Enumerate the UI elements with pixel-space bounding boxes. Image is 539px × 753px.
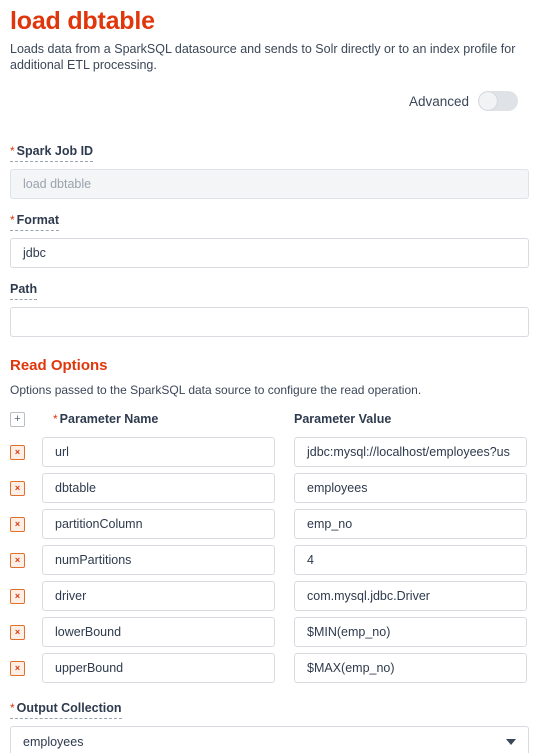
- remove-row-button[interactable]: ×: [10, 444, 25, 460]
- parameter-name-header: * Parameter Name: [53, 412, 159, 427]
- output-collection-value: employees: [23, 734, 84, 749]
- add-row-button[interactable]: +: [10, 411, 25, 427]
- parameter-value-input[interactable]: $MAX(emp_no): [294, 653, 527, 684]
- page-title: load dbtable: [10, 7, 155, 35]
- output-collection-label: * Output Collection: [10, 701, 122, 720]
- table-row: × lowerBound $MIN(emp_no): [10, 617, 529, 648]
- chevron-down-icon: [506, 738, 516, 745]
- remove-row-button[interactable]: ×: [10, 588, 25, 604]
- parameter-name-input[interactable]: numPartitions: [42, 545, 275, 576]
- required-asterisk-icon: *: [10, 144, 15, 159]
- field-path: Path: [10, 280, 529, 338]
- table-row: × partitionColumn emp_no: [10, 509, 529, 540]
- page-description: Loads data from a SparkSQL datasource an…: [10, 41, 516, 73]
- parameter-name-input[interactable]: driver: [42, 581, 275, 612]
- remove-row-cell: ×: [10, 480, 42, 496]
- field-format: * Format jdbc: [10, 211, 529, 269]
- advanced-toggle[interactable]: [478, 91, 518, 112]
- remove-row-cell: ×: [10, 588, 42, 604]
- required-asterisk-icon: *: [10, 213, 15, 228]
- parameter-name-input[interactable]: dbtable: [42, 473, 275, 504]
- required-asterisk-icon: *: [10, 701, 15, 716]
- table-row: × driver com.mysql.jdbc.Driver: [10, 581, 529, 612]
- remove-row-cell: ×: [10, 660, 42, 676]
- remove-row-cell: ×: [10, 552, 42, 568]
- parameter-name-input[interactable]: url: [42, 437, 275, 468]
- parameter-value-input[interactable]: $MIN(emp_no): [294, 617, 527, 648]
- read-options-rows: × url jdbc:mysql://localhost/employees?us ×…: [10, 437, 529, 684]
- remove-row-button[interactable]: ×: [10, 624, 25, 640]
- load-dbtable-form: load dbtable Loads data from a SparkSQL …: [0, 0, 539, 753]
- advanced-toggle-row: Advanced: [10, 88, 529, 114]
- remove-row-cell: ×: [10, 516, 42, 532]
- table-row: × dbtable employees: [10, 473, 529, 504]
- parameter-name-input[interactable]: lowerBound: [42, 617, 275, 648]
- output-collection-select[interactable]: employees: [10, 726, 529, 753]
- table-row: × numPartitions 4: [10, 545, 529, 576]
- parameter-value-header: Parameter Value: [294, 412, 392, 427]
- read-options-header-row: + * Parameter Name Parameter Value: [10, 408, 529, 430]
- table-row: × url jdbc:mysql://localhost/employees?us: [10, 437, 529, 468]
- parameter-value-input[interactable]: employees: [294, 473, 527, 504]
- read-options-title: Read Options: [10, 357, 108, 375]
- parameter-value-input[interactable]: 4: [294, 545, 527, 576]
- field-spark-job-id: * Spark Job ID load dbtable: [10, 142, 529, 200]
- path-label: Path: [10, 282, 38, 301]
- format-input[interactable]: jdbc: [10, 238, 529, 269]
- remove-row-button[interactable]: ×: [10, 660, 25, 676]
- table-row: × upperBound $MAX(emp_no): [10, 653, 529, 684]
- parameter-value-input[interactable]: com.mysql.jdbc.Driver: [294, 581, 527, 612]
- required-asterisk-icon: *: [53, 412, 58, 427]
- remove-row-button[interactable]: ×: [10, 552, 25, 568]
- spark-job-id-label: * Spark Job ID: [10, 144, 94, 163]
- path-input[interactable]: [10, 307, 529, 338]
- remove-row-cell: ×: [10, 624, 42, 640]
- remove-row-cell: ×: [10, 444, 42, 460]
- remove-row-button[interactable]: ×: [10, 480, 25, 496]
- remove-row-button[interactable]: ×: [10, 516, 25, 532]
- toggle-knob-icon: [479, 92, 497, 111]
- parameter-value-input[interactable]: jdbc:mysql://localhost/employees?us: [294, 437, 527, 468]
- format-label: * Format: [10, 213, 60, 232]
- spark-job-id-input[interactable]: load dbtable: [10, 169, 529, 200]
- add-row-cell: +: [10, 411, 42, 427]
- parameter-name-input[interactable]: partitionColumn: [42, 509, 275, 540]
- read-options-description: Options passed to the SparkSQL data sour…: [10, 383, 422, 398]
- parameter-value-input[interactable]: emp_no: [294, 509, 527, 540]
- field-output-collection: * Output Collection employees: [10, 699, 529, 753]
- parameter-name-input[interactable]: upperBound: [42, 653, 275, 684]
- advanced-label: Advanced: [408, 93, 469, 109]
